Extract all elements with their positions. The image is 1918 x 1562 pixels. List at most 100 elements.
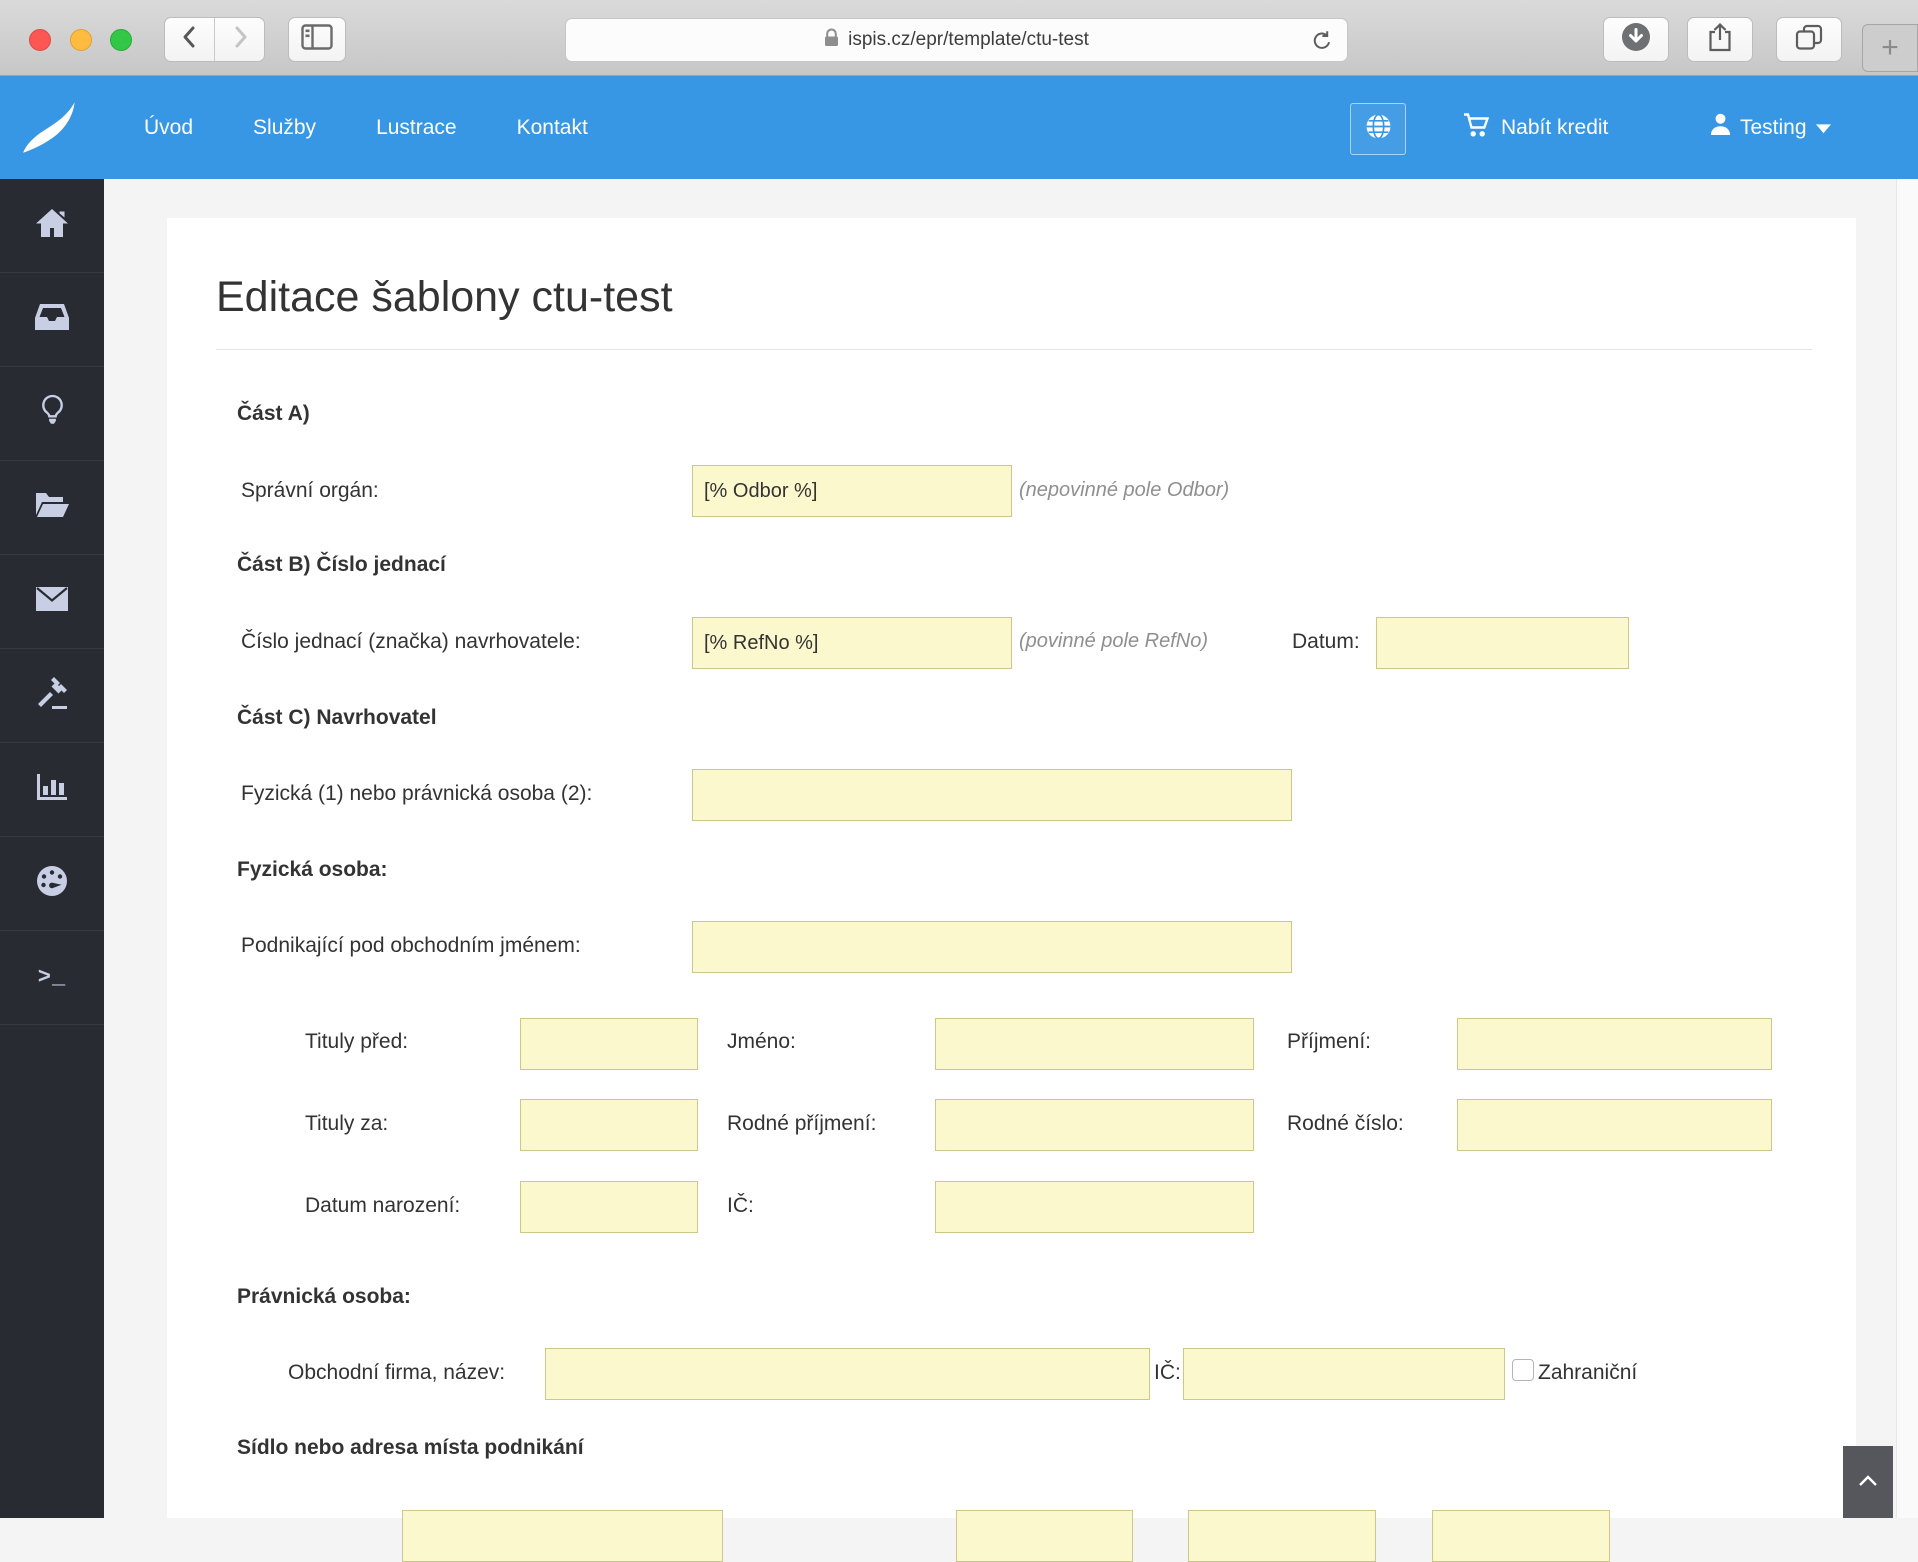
nav-link-sluzby[interactable]: Služby (253, 116, 316, 140)
user-name-label: Testing (1740, 115, 1807, 139)
sidebar-item-statistics[interactable] (0, 743, 104, 837)
template-edit-card: Editace šablony ctu-test Část A) Správní… (167, 218, 1856, 1562)
dashboard-icon (35, 864, 69, 903)
zahranicni-label: Zahraniční (1538, 1361, 1638, 1384)
ic-label: IČ: (727, 1194, 754, 1217)
sidebar-item-ideas[interactable] (0, 367, 104, 461)
datum-narozeni-label: Datum narození: (305, 1194, 461, 1217)
site-navbar: Úvod Služby Lustrace Kontakt Nabít kredi… (0, 76, 1918, 179)
buy-credit-label: Nabít kredit (1501, 115, 1609, 139)
cislo-jednaci-label: Číslo jednací (značka) navrhovatele: (241, 630, 581, 653)
envelope-icon (35, 586, 69, 617)
sidebar-panel-icon (301, 24, 333, 55)
scroll-to-top-button[interactable] (1843, 1446, 1893, 1518)
forward-button[interactable] (215, 18, 264, 61)
address-bar[interactable]: ispis.cz/epr/template/ctu-test (565, 18, 1348, 62)
minimize-window-button[interactable] (70, 29, 92, 51)
nav-link-uvod[interactable]: Úvod (144, 116, 193, 140)
home-icon (34, 207, 70, 244)
nav-link-kontakt[interactable]: Kontakt (517, 116, 588, 140)
section-heading-part-b: Část B) Číslo jednací (237, 553, 446, 576)
download-icon (1619, 20, 1653, 59)
tituly-za-label: Tituly za: (305, 1112, 389, 1135)
folder-open-icon (34, 491, 70, 524)
datum-label: Datum: (1292, 630, 1360, 653)
osoba-typ-input[interactable] (692, 769, 1292, 821)
page-scrollbar-track[interactable] (1896, 179, 1918, 1518)
prijmeni-input[interactable] (1457, 1018, 1772, 1070)
sidebar-item-legal[interactable] (0, 649, 104, 743)
ic-input[interactable] (935, 1181, 1254, 1233)
forward-chevron-icon (229, 24, 251, 55)
ic2-label: IČ: (1154, 1361, 1181, 1384)
terminal-icon: >_ (37, 965, 67, 990)
sidlo-heading: Sídlo nebo adresa místa podnikání (237, 1436, 584, 1459)
sidebar-item-dashboard[interactable] (0, 837, 104, 931)
zoom-window-button[interactable] (110, 29, 132, 51)
tab-overview-button[interactable] (1776, 17, 1842, 62)
downloads-button[interactable] (1603, 17, 1669, 62)
cislo-jednaci-input[interactable] (692, 617, 1012, 669)
sidebar-item-files[interactable] (0, 461, 104, 555)
user-menu[interactable]: Testing (1710, 76, 1831, 179)
rodne-cislo-input[interactable] (1457, 1099, 1772, 1151)
history-nav-group (164, 17, 265, 62)
brand-logo[interactable] (22, 100, 88, 161)
obchodni-firma-label: Obchodní firma, název: (288, 1361, 506, 1384)
share-icon (1707, 22, 1733, 57)
main-nav: Úvod Služby Lustrace Kontakt (144, 76, 588, 179)
rodne-cislo-label: Rodné číslo: (1287, 1112, 1404, 1135)
buy-credit-button[interactable]: Nabít kredit (1463, 76, 1608, 179)
cart-icon (1463, 112, 1491, 144)
new-tab-button[interactable]: + (1862, 24, 1918, 72)
tituly-za-input[interactable] (520, 1099, 698, 1151)
podnikajici-input[interactable] (692, 921, 1292, 973)
ic2-input[interactable] (1183, 1348, 1505, 1400)
page-title: Editace šablony ctu-test (216, 273, 673, 321)
language-globe-button[interactable] (1350, 103, 1406, 155)
globe-icon (1365, 113, 1392, 145)
rodne-prijmeni-label: Rodné příjmení: (727, 1112, 877, 1135)
pravnicka-osoba-heading: Právnická osoba: (237, 1285, 411, 1308)
section-heading-part-c: Část C) Navrhovatel (237, 706, 437, 729)
browser-chrome: ispis.cz/epr/template/ctu-test + (0, 0, 1918, 76)
podnikajici-label: Podnikající pod obchodním jménem: (241, 934, 581, 957)
spravni-organ-note: (nepovinné pole Odbor) (1019, 479, 1230, 501)
lightbulb-icon (40, 394, 65, 433)
lock-icon (824, 28, 839, 53)
jmeno-label: Jméno: (727, 1030, 796, 1053)
refresh-button[interactable] (1310, 29, 1334, 53)
datum-narozeni-input[interactable] (520, 1181, 698, 1233)
rodne-prijmeni-input[interactable] (935, 1099, 1254, 1151)
obchodni-firma-input[interactable] (545, 1348, 1150, 1400)
gavel-icon (35, 676, 69, 715)
jmeno-input[interactable] (935, 1018, 1254, 1070)
osoba-typ-label: Fyzická (1) nebo právnická osoba (2): (241, 782, 593, 805)
share-button[interactable] (1687, 17, 1753, 62)
section-heading-part-a: Část A) (237, 402, 310, 425)
spravni-organ-input[interactable] (692, 465, 1012, 517)
datum-input[interactable] (1376, 617, 1629, 669)
zahranicni-checkbox[interactable] (1512, 1359, 1534, 1381)
chevron-up-icon (1858, 1474, 1878, 1490)
sidebar-item-home[interactable] (0, 179, 104, 273)
cislo-jednaci-note: (povinné pole RefNo) (1019, 630, 1208, 652)
back-chevron-icon (179, 24, 201, 55)
url-text: ispis.cz/epr/template/ctu-test (848, 29, 1089, 50)
sidebar-toggle-button[interactable] (288, 17, 346, 62)
fin-logo-icon (23, 102, 75, 153)
sidebar-item-messages[interactable] (0, 555, 104, 649)
back-button[interactable] (165, 18, 214, 61)
app-sidebar: >_ (0, 179, 104, 1518)
tituly-pred-input[interactable] (520, 1018, 698, 1070)
sidebar-item-inbox[interactable] (0, 273, 104, 367)
inbox-icon (34, 302, 70, 337)
nav-link-lustrace[interactable]: Lustrace (376, 116, 457, 140)
tabs-icon (1795, 24, 1823, 56)
sidebar-item-terminal[interactable]: >_ (0, 931, 104, 1025)
fyzicka-osoba-heading: Fyzická osoba: (237, 858, 388, 881)
tituly-pred-label: Tituly před: (305, 1030, 409, 1053)
title-divider (216, 349, 1812, 350)
close-window-button[interactable] (29, 29, 51, 51)
plus-icon: + (1881, 31, 1899, 64)
